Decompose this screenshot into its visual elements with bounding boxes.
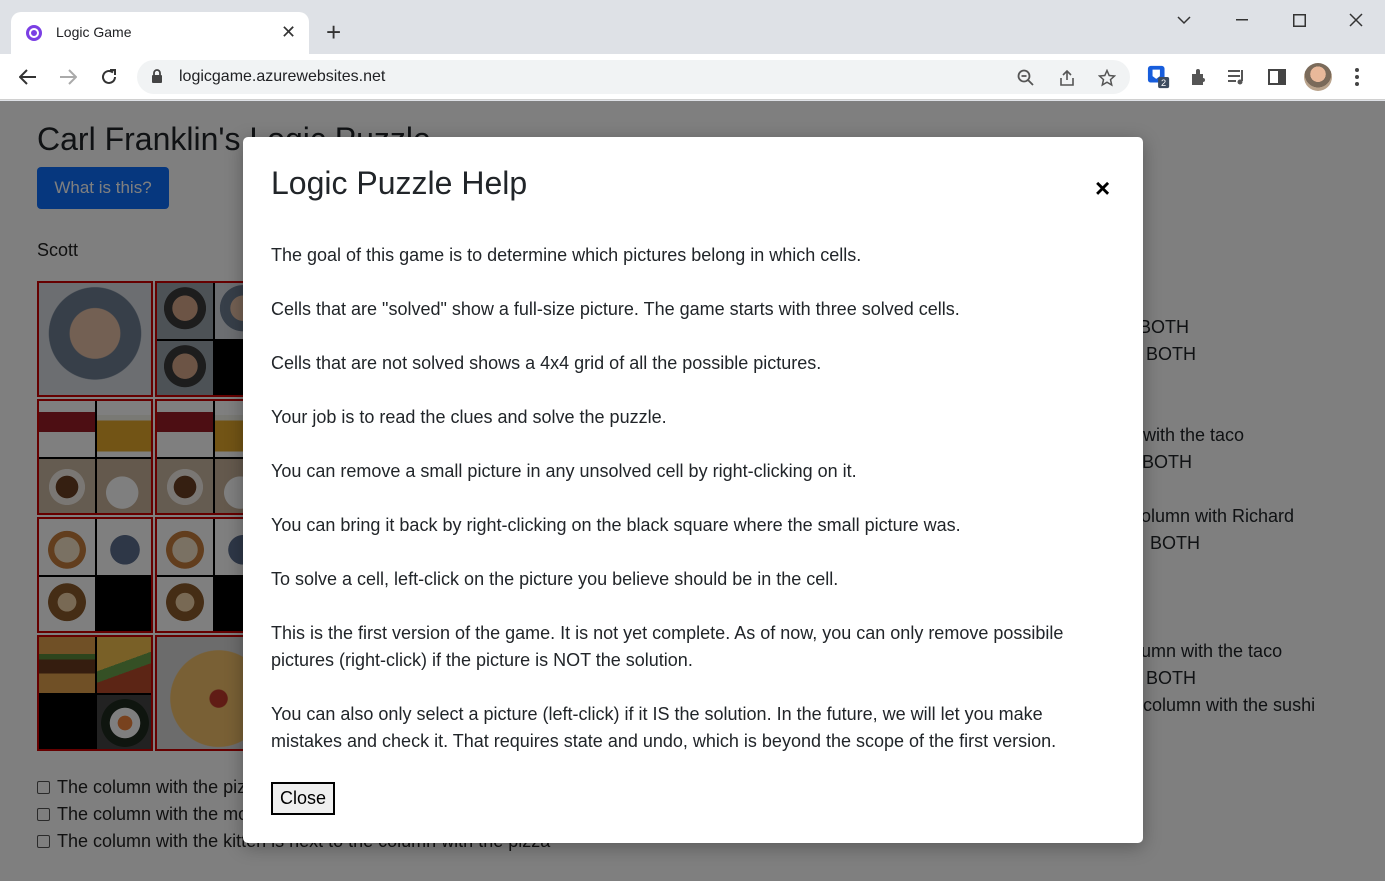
browser-tab[interactable]: Logic Game ✕: [11, 12, 309, 54]
close-button[interactable]: Close: [271, 782, 335, 815]
modal-body: The goal of this game is to determine wh…: [271, 242, 1111, 782]
minimize-icon[interactable]: [1222, 8, 1262, 32]
help-paragraph: Cells that are not solved shows a 4x4 gr…: [271, 353, 822, 373]
media-control-icon[interactable]: [1225, 65, 1249, 89]
help-paragraph: The goal of this game is to determine wh…: [271, 245, 862, 265]
help-paragraph: This is the first version of the game. I…: [271, 623, 1064, 670]
help-paragraph: To solve a cell, left-click on the pictu…: [271, 569, 839, 589]
profile-avatar[interactable]: [1304, 63, 1332, 91]
zoom-icon[interactable]: [1015, 67, 1037, 89]
tab-strip: Logic Game ✕ +: [0, 0, 1385, 54]
tab-title: Logic Game: [56, 24, 132, 40]
forward-icon[interactable]: [54, 63, 82, 91]
address-bar[interactable]: logicgame.azurewebsites.net: [137, 60, 1130, 94]
share-icon[interactable]: [1056, 67, 1078, 89]
help-paragraph: Your job is to read the clues and solve …: [271, 407, 667, 427]
help-paragraph: You can also only select a picture (left…: [271, 704, 1057, 751]
back-icon[interactable]: [14, 63, 42, 91]
help-paragraph: Cells that are "solved" show a full-size…: [271, 299, 960, 319]
side-panel-icon[interactable]: [1265, 65, 1289, 89]
reload-icon[interactable]: [95, 63, 123, 91]
browser-toolbar: logicgame.azurewebsites.net 2: [0, 54, 1385, 100]
url-text: logicgame.azurewebsites.net: [179, 68, 386, 85]
new-tab-icon[interactable]: +: [326, 18, 341, 46]
tab-search-icon[interactable]: [1164, 8, 1204, 32]
modal-close-icon[interactable]: ×: [1095, 175, 1110, 201]
maximize-icon[interactable]: [1279, 8, 1319, 32]
bookmark-star-icon[interactable]: [1096, 67, 1118, 89]
tab-close-icon[interactable]: ✕: [281, 21, 296, 43]
blazor-icon: [26, 25, 42, 41]
help-paragraph: You can remove a small picture in any un…: [271, 461, 857, 481]
window-close-icon[interactable]: [1336, 8, 1376, 32]
menu-kebab-icon[interactable]: [1345, 65, 1369, 89]
modal-title: Logic Puzzle Help: [271, 165, 528, 201]
help-paragraph: You can bring it back by right-clicking …: [271, 515, 961, 535]
lock-icon: [152, 69, 162, 83]
extensions-puzzle-icon[interactable]: [1186, 65, 1210, 89]
extension-badge: 2: [1161, 78, 1166, 88]
bitwarden-extension-icon[interactable]: 2: [1147, 65, 1171, 89]
help-modal: Logic Puzzle Help × The goal of this gam…: [243, 137, 1143, 843]
